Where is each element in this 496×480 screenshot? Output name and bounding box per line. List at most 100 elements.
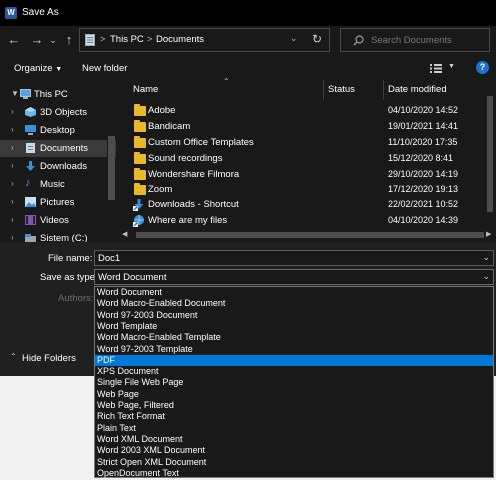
dropdown-option-word-97-2003-document[interactable]: Word 97-2003 Document xyxy=(95,310,493,321)
dropdown-option-plain-text[interactable]: Plain Text xyxy=(95,423,493,434)
file-row-bandicam[interactable]: Bandicam 19/01/2021 14:41 xyxy=(128,119,484,135)
file-date: 04/10/2020 14:39 xyxy=(388,215,459,225)
dropdown-option-opendocument-text[interactable]: OpenDocument Text xyxy=(95,468,493,479)
file-row-zoom[interactable]: Zoom 17/12/2020 19:13 xyxy=(128,182,484,198)
file-name-dropdown-chevron-icon[interactable]: ⌄ xyxy=(482,252,490,263)
column-header-date-modified[interactable]: Date modified xyxy=(388,84,447,95)
expand-chevron-icon[interactable]: › xyxy=(11,143,14,152)
address-history-chevron-icon[interactable]: ⌄ xyxy=(290,33,298,44)
folder-icon xyxy=(134,183,146,195)
dropdown-option-pdf[interactable]: PDF xyxy=(95,354,493,367)
title-bar: W Save As xyxy=(0,0,496,26)
word-app-icon: W xyxy=(5,7,17,19)
column-divider[interactable] xyxy=(383,80,384,100)
dropdown-option-strict-open-xml-document[interactable]: Strict Open XML Document xyxy=(95,457,493,468)
file-name: Bandicam xyxy=(148,121,191,132)
file-name-value[interactable]: Doc1 xyxy=(98,253,120,264)
breadcrumb-documents[interactable]: Documents xyxy=(156,34,204,45)
up-button[interactable]: ↑ xyxy=(60,31,78,49)
expand-chevron-icon[interactable]: › xyxy=(11,233,14,242)
new-folder-button[interactable]: New folder xyxy=(82,63,127,74)
back-arrow-icon: ← xyxy=(7,32,21,47)
scroll-left-arrow-icon[interactable]: ◀ xyxy=(122,230,127,238)
expand-chevron-icon[interactable]: › xyxy=(11,161,14,170)
picture-icon xyxy=(25,197,36,207)
dropdown-option-xps-document[interactable]: XPS Document xyxy=(95,366,493,377)
view-options-triangle-icon[interactable]: ▼ xyxy=(448,63,455,70)
folder-icon xyxy=(134,168,146,180)
dropdown-option-word-2003-xml-document[interactable]: Word 2003 XML Document xyxy=(95,445,493,456)
save-as-type-label: Save as type: xyxy=(40,272,98,283)
sidebar-item-music[interactable]: › ♪ Music xyxy=(0,176,116,193)
dropdown-option-single-file-web-page[interactable]: Single File Web Page xyxy=(95,377,493,388)
folder-icon xyxy=(134,104,146,116)
dropdown-option-word-template[interactable]: Word Template xyxy=(95,321,493,332)
dropdown-option-word-97-2003-template[interactable]: Word 97-2003 Template xyxy=(95,344,493,355)
hide-folders-button[interactable]: Hide Folders xyxy=(22,353,76,364)
expand-chevron-icon[interactable]: › xyxy=(11,107,14,116)
file-date: 11/10/2020 17:35 xyxy=(388,137,458,147)
column-divider[interactable] xyxy=(323,80,324,100)
sidebar-item-documents[interactable]: › Documents xyxy=(0,140,116,157)
expand-chevron-icon[interactable]: › xyxy=(11,125,14,134)
view-icon[interactable] xyxy=(430,63,442,73)
file-list-horizontal-scrollbar-thumb[interactable] xyxy=(136,232,484,238)
search-input[interactable]: Search Documents xyxy=(371,35,452,46)
expand-chevron-icon[interactable]: › xyxy=(11,197,14,206)
sidebar-scrollbar-thumb[interactable] xyxy=(108,136,115,200)
sidebar-item-downloads[interactable]: › Downloads xyxy=(0,158,116,175)
sidebar-item-label: 3D Objects xyxy=(40,107,87,118)
dropdown-option-web-page[interactable]: Web Page xyxy=(95,389,493,400)
breadcrumb-separator: > xyxy=(100,34,106,44)
file-row-sound-recordings[interactable]: Sound recordings 15/12/2020 8:41 xyxy=(128,151,484,167)
sidebar-item-this-pc[interactable]: ▼ This PC xyxy=(0,86,116,103)
help-button[interactable]: ? xyxy=(476,61,489,74)
organize-label: Organize xyxy=(14,63,53,74)
expand-chevron-icon[interactable]: › xyxy=(11,179,14,188)
column-header-status[interactable]: Status xyxy=(328,84,355,95)
file-row-adobe[interactable]: Adobe 04/10/2020 14:52 xyxy=(128,103,484,119)
file-name: Zoom xyxy=(148,184,173,195)
authors-label: Authors: xyxy=(58,293,94,304)
save-as-type-select[interactable]: Word Document ⌄ xyxy=(94,269,494,285)
sidebar-item-desktop[interactable]: › Desktop xyxy=(0,122,116,139)
dropdown-option-word-document[interactable]: Word Document xyxy=(95,287,493,298)
dropdown-option-web-page-filtered[interactable]: Web Page, Filtered xyxy=(95,400,493,411)
file-row-downloads-shortcut[interactable]: Downloads - Shortcut 22/02/2021 10:52 xyxy=(128,197,484,213)
file-row-wondershare-filmora[interactable]: Wondershare Filmora 29/10/2020 14:19 xyxy=(128,167,484,183)
dropdown-option-word-macro-enabled-document[interactable]: Word Macro-Enabled Document xyxy=(95,298,493,309)
organize-menu[interactable]: Organize ▼ xyxy=(14,63,62,74)
file-date: 17/12/2020 19:13 xyxy=(388,184,459,194)
desktop-icon xyxy=(25,125,36,135)
dropdown-option-rich-text-format[interactable]: Rich Text Format xyxy=(95,411,493,422)
folder-icon xyxy=(134,120,146,132)
up-arrow-icon: ↑ xyxy=(65,32,73,47)
sidebar-item-pictures[interactable]: › Pictures xyxy=(0,194,116,211)
file-name-label: File name: xyxy=(48,253,93,264)
forward-arrow-icon: → xyxy=(30,32,44,47)
scroll-right-arrow-icon[interactable]: ▶ xyxy=(486,230,491,238)
search-box[interactable]: Search Documents xyxy=(340,28,490,52)
sidebar-item-3d-objects[interactable]: › 3D Objects xyxy=(0,104,116,121)
document-icon xyxy=(26,143,35,153)
folder-icon xyxy=(134,136,146,148)
hide-folders-chevron-icon[interactable]: ⌃ xyxy=(10,352,17,361)
back-button[interactable]: ← xyxy=(5,31,23,49)
breadcrumb-this-pc[interactable]: This PC xyxy=(110,34,144,45)
expand-chevron-icon[interactable]: › xyxy=(11,215,14,224)
file-name-field[interactable]: Doc1 ⌄ xyxy=(94,250,494,266)
collapse-chevron-icon[interactable]: ▼ xyxy=(11,89,19,98)
address-bar[interactable]: > This PC > Documents ⌄ ↻ xyxy=(79,28,330,52)
breadcrumb-separator: > xyxy=(147,34,153,44)
file-list-vertical-scrollbar-thumb[interactable] xyxy=(487,96,493,212)
file-row-where-are-my-files[interactable]: Where are my files 04/10/2020 14:39 xyxy=(128,213,484,229)
dropdown-option-word-xml-document[interactable]: Word XML Document xyxy=(95,434,493,445)
refresh-icon[interactable]: ↻ xyxy=(312,32,322,46)
column-header-name[interactable]: Name xyxy=(133,84,158,95)
file-name: Downloads - Shortcut xyxy=(148,199,239,210)
save-as-type-chevron-icon[interactable]: ⌄ xyxy=(482,271,490,282)
file-name: Where are my files xyxy=(148,215,228,226)
file-row-custom-office-templates[interactable]: Custom Office Templates 11/10/2020 17:35 xyxy=(128,135,484,151)
dropdown-option-word-macro-enabled-template[interactable]: Word Macro-Enabled Template xyxy=(95,332,493,343)
sidebar-item-videos[interactable]: › Videos xyxy=(0,212,116,229)
